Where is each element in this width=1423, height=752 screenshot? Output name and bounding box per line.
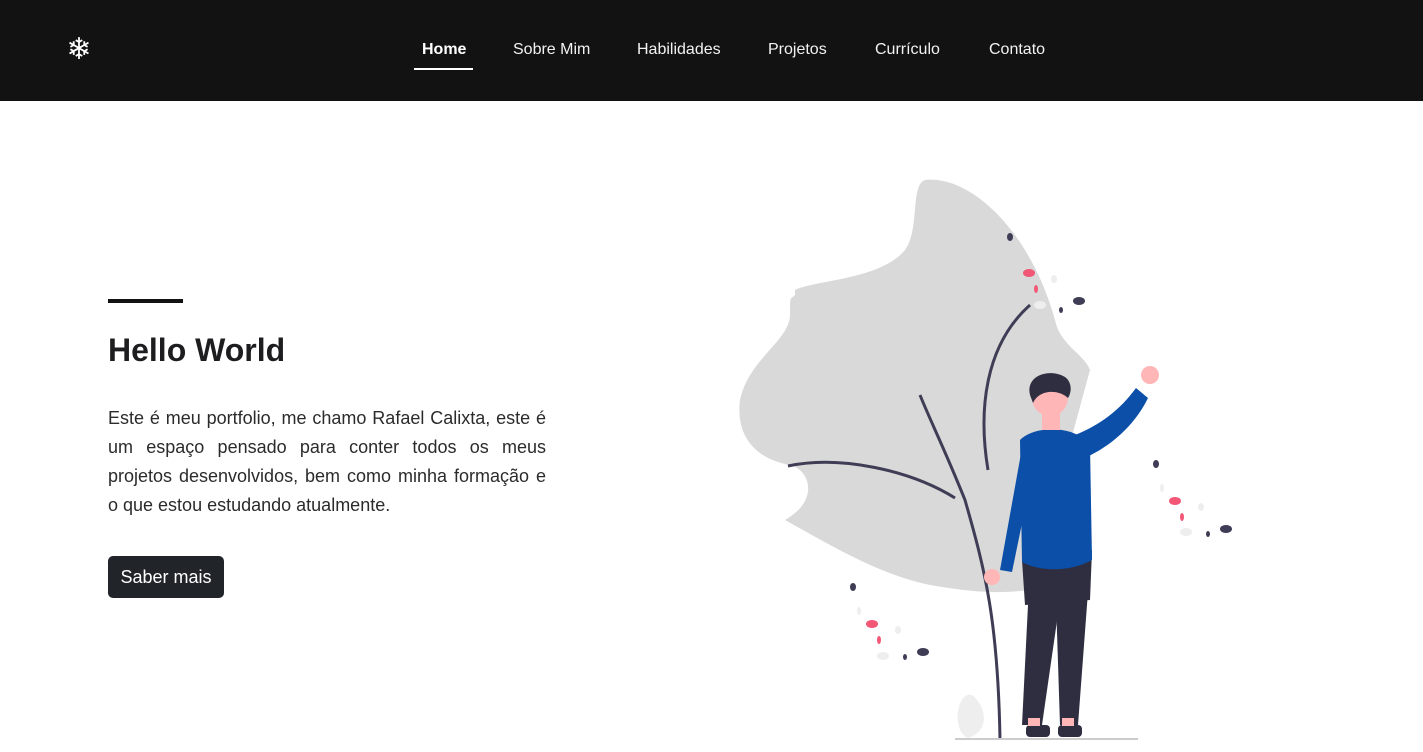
confetti-dot xyxy=(1034,301,1046,309)
confetti-dot xyxy=(1023,269,1035,277)
confetti-dot xyxy=(895,626,901,634)
person-right-ankle xyxy=(1062,718,1074,726)
nav-link-contato[interactable]: Contato xyxy=(989,38,1045,62)
saber-mais-button[interactable]: Saber mais xyxy=(108,556,224,598)
nav-link-home[interactable]: Home xyxy=(422,38,466,62)
confetti-dot xyxy=(1034,285,1038,293)
nav-link-curriculo[interactable]: Currículo xyxy=(875,38,940,62)
confetti-dot xyxy=(850,583,856,591)
confetti-dot xyxy=(1180,528,1192,536)
confetti-dot xyxy=(1206,531,1210,537)
main-nav: Home Sobre Mim Habilidades Projetos Curr… xyxy=(0,0,1423,101)
person-hand-raised xyxy=(1141,366,1159,384)
confetti-dot xyxy=(1153,460,1159,468)
confetti-dot xyxy=(877,652,889,660)
confetti-dot xyxy=(857,607,861,615)
confetti-dot xyxy=(1007,233,1013,241)
confetti-dot xyxy=(1198,503,1204,511)
person-left-ankle xyxy=(1028,718,1040,726)
confetti-dot xyxy=(903,654,907,660)
confetti-dot xyxy=(877,636,881,644)
person-left-shoe xyxy=(1026,725,1050,737)
person-raised-arm xyxy=(1075,388,1148,460)
nav-link-projetos[interactable]: Projetos xyxy=(768,38,827,62)
confetti-dot xyxy=(1220,525,1232,533)
hero-description: Este é meu portfolio, me chamo Rafael Ca… xyxy=(108,408,546,515)
small-leaf xyxy=(957,694,984,738)
confetti-dot xyxy=(866,620,878,628)
person-hand-lowered xyxy=(984,569,1000,585)
title-accent-rule xyxy=(108,299,183,303)
top-navbar: ❄ Home Sobre Mim Habilidades Projetos Cu… xyxy=(0,0,1423,101)
hero-title: Hello World xyxy=(108,332,286,368)
active-nav-indicator xyxy=(414,68,473,70)
person-right-shoe xyxy=(1058,725,1082,737)
confetti-dot xyxy=(1059,307,1063,313)
confetti-dot xyxy=(917,648,929,656)
nav-link-sobre-mim[interactable]: Sobre Mim xyxy=(513,38,590,62)
confetti-dot xyxy=(1169,497,1181,505)
confetti-dot xyxy=(1160,484,1164,492)
confetti-dot xyxy=(1073,297,1085,305)
confetti-dot xyxy=(1051,275,1057,283)
confetti-dot xyxy=(1180,513,1184,521)
nav-link-habilidades[interactable]: Habilidades xyxy=(637,38,721,62)
person-waving-with-plant-illustration xyxy=(739,179,1232,741)
